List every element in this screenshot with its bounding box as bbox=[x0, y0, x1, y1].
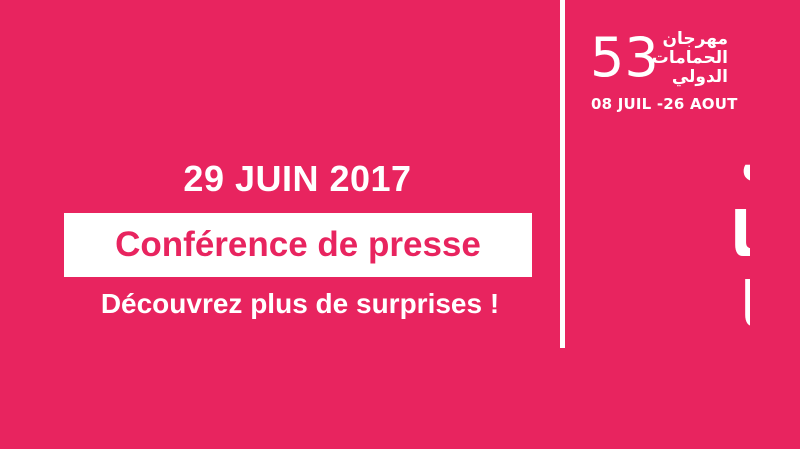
press-conference-title: Conférence de presse bbox=[115, 225, 481, 264]
festival-name-line-1: مهرجان bbox=[662, 29, 728, 49]
festival-name-line-2: الحمامات bbox=[651, 48, 728, 68]
festival-name-arabic: مهرجان الحمامات الدولي bbox=[628, 30, 728, 87]
festival-name-line-3: الدولي bbox=[671, 67, 728, 87]
press-conference-box: Conférence de presse bbox=[64, 213, 532, 277]
calligraphy-logo: حمامات كيما تحبها bbox=[730, 128, 750, 341]
calligraphy-line-3: تحبها bbox=[740, 268, 750, 341]
banner: 29 JUIN 2017 Conférence de presse Découv… bbox=[0, 0, 800, 449]
calligraphy-line-1: حمامات bbox=[740, 128, 750, 196]
calligraphy-line-2: كيما bbox=[730, 198, 750, 271]
festival-dates: 08 JUIL -26 AOUT bbox=[591, 95, 738, 113]
